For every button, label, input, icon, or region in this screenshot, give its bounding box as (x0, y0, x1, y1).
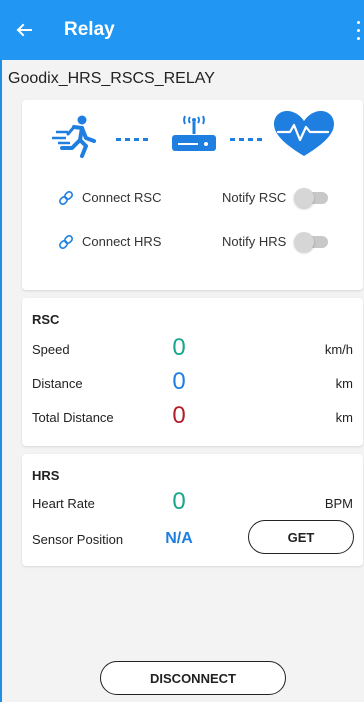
dash-connector-right (230, 138, 262, 141)
overflow-menu-button[interactable] (352, 18, 364, 42)
heart-rate-icon (274, 111, 334, 156)
total-distance-row: Total Distance 0 km (22, 402, 363, 432)
toggle-thumb (294, 232, 314, 252)
router-icon (172, 115, 216, 151)
sensor-position-label: Sensor Position (32, 532, 124, 547)
heart-rate-label: Heart Rate (32, 496, 95, 511)
page-title: Relay (64, 19, 115, 40)
heart-rate-unit: BPM (324, 496, 353, 511)
hrs-section-title: HRS (32, 468, 60, 483)
notify-rsc-toggle[interactable] (294, 188, 330, 208)
disconnect-button[interactable]: DISCONNECT (100, 661, 286, 695)
dot-icon (356, 36, 360, 40)
device-name: Goodix_HRS_RSCS_RELAY (8, 70, 215, 87)
hrs-card: HRS Heart Rate 0 BPM Sensor Position N/A… (22, 454, 363, 566)
dot-icon (356, 20, 360, 24)
notify-hrs-toggle[interactable] (294, 232, 330, 252)
link-icon[interactable] (58, 234, 74, 250)
notify-rsc-label: Notify RSC (222, 190, 287, 205)
sensor-position-value: N/A (165, 530, 193, 547)
distance-row: Distance 0 km (22, 368, 363, 398)
speed-value: 0 (172, 334, 186, 361)
heart-rate-row: Heart Rate 0 BPM (22, 488, 363, 518)
dot-icon (356, 28, 360, 32)
toggle-thumb (294, 188, 314, 208)
back-button[interactable] (0, 0, 48, 60)
runner-icon (52, 115, 96, 158)
total-distance-unit: km (335, 410, 353, 425)
heart-rate-value: 0 (172, 488, 186, 515)
app-bar: Relay (0, 0, 364, 60)
rsc-connection-row: Connect RSC Notify RSC (22, 186, 363, 210)
distance-unit: km (335, 376, 353, 391)
hrs-connection-row: Connect HRS Notify HRS (22, 230, 363, 254)
distance-label: Distance (32, 376, 83, 391)
distance-value: 0 (172, 368, 186, 395)
speed-row: Speed 0 km/h (22, 334, 363, 364)
notify-hrs-label: Notify HRS (222, 234, 287, 249)
total-distance-value: 0 (172, 402, 186, 429)
connect-hrs-button[interactable]: Connect HRS (82, 234, 161, 249)
rsc-card: RSC Speed 0 km/h Distance 0 km Total Dis… (22, 298, 363, 446)
arrow-left-icon (16, 23, 32, 37)
link-icon[interactable] (58, 190, 74, 206)
get-sensor-position-button[interactable]: GET (248, 520, 354, 554)
relay-diagram (52, 111, 334, 158)
rsc-section-title: RSC (32, 312, 60, 327)
speed-label: Speed (32, 342, 70, 357)
relay-card: Connect RSC Notify RSC Connect HRS Notif… (22, 100, 363, 290)
dash-connector-left (116, 138, 148, 141)
total-distance-label: Total Distance (32, 410, 114, 425)
speed-unit: km/h (324, 342, 353, 357)
connect-rsc-button[interactable]: Connect RSC (82, 190, 161, 205)
window-edge (0, 0, 2, 702)
